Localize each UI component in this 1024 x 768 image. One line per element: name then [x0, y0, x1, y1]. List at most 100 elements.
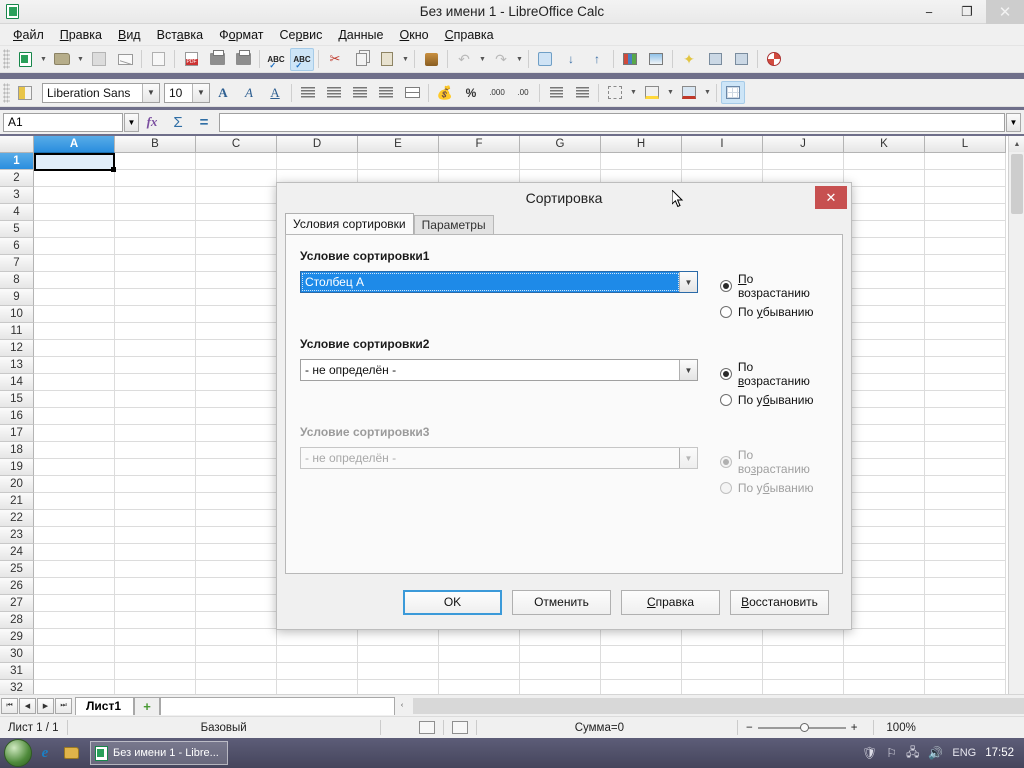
row-header-13[interactable]: 13: [0, 357, 34, 374]
cell-A24[interactable]: [34, 544, 115, 561]
cell-K7[interactable]: [844, 255, 925, 272]
cell-A14[interactable]: [34, 374, 115, 391]
cell-A25[interactable]: [34, 561, 115, 578]
last-sheet-button[interactable]: ⏭: [55, 697, 72, 714]
tab-options[interactable]: Параметры: [413, 215, 494, 234]
align-center-icon[interactable]: [322, 81, 346, 104]
cell-K16[interactable]: [844, 408, 925, 425]
cell-K9[interactable]: [844, 289, 925, 306]
cell-C19[interactable]: [196, 459, 277, 476]
cell-B26[interactable]: [115, 578, 196, 595]
cell-E30[interactable]: [358, 646, 439, 663]
open-file-icon[interactable]: [50, 48, 74, 71]
cell-C9[interactable]: [196, 289, 277, 306]
cell-C10[interactable]: [196, 306, 277, 323]
cell-K27[interactable]: [844, 595, 925, 612]
cell-K29[interactable]: [844, 629, 925, 646]
decrease-indent-icon[interactable]: [544, 81, 568, 104]
zoom-track[interactable]: [757, 722, 846, 732]
menu-insert[interactable]: Вставка: [149, 26, 211, 44]
row-header-5[interactable]: 5: [0, 221, 34, 238]
row-header-22[interactable]: 22: [0, 510, 34, 527]
paste-icon[interactable]: [375, 48, 399, 71]
align-right-icon[interactable]: [348, 81, 372, 104]
cell-C1[interactable]: [196, 153, 277, 170]
cell-A20[interactable]: [34, 476, 115, 493]
undo-icon[interactable]: ↶: [452, 48, 476, 71]
cell-K22[interactable]: [844, 510, 925, 527]
percent-format-icon[interactable]: %: [459, 81, 483, 104]
toolbar-grip[interactable]: [3, 82, 10, 103]
zoom-level-status[interactable]: 100%: [878, 720, 923, 736]
cell-A29[interactable]: [34, 629, 115, 646]
cell-C20[interactable]: [196, 476, 277, 493]
cell-K1[interactable]: [844, 153, 925, 170]
cell-A27[interactable]: [34, 595, 115, 612]
chart-icon[interactable]: [618, 48, 642, 71]
cell-I1[interactable]: [682, 153, 763, 170]
cell-H30[interactable]: [601, 646, 682, 663]
print-icon[interactable]: [205, 48, 229, 71]
chevron-down-icon[interactable]: ▼: [678, 272, 697, 292]
row-header-9[interactable]: 9: [0, 289, 34, 306]
name-box-dropdown-icon[interactable]: ▼: [124, 112, 139, 132]
cell-L11[interactable]: [925, 323, 1006, 340]
menu-help[interactable]: Справка: [437, 26, 502, 44]
cell-L16[interactable]: [925, 408, 1006, 425]
cell-B10[interactable]: [115, 306, 196, 323]
language-indicator[interactable]: ENG: [952, 747, 976, 759]
cell-B12[interactable]: [115, 340, 196, 357]
cell-J29[interactable]: [763, 629, 844, 646]
column-header-E[interactable]: E: [358, 136, 439, 153]
cell-H31[interactable]: [601, 663, 682, 680]
autospellcheck-icon[interactable]: ABC: [290, 47, 314, 71]
zoom-in-button[interactable]: +: [851, 722, 858, 734]
cell-K19[interactable]: [844, 459, 925, 476]
cell-K8[interactable]: [844, 272, 925, 289]
row-header-1[interactable]: 1: [0, 153, 34, 170]
cell-F30[interactable]: [439, 646, 520, 663]
column-header-L[interactable]: L: [925, 136, 1006, 153]
clock[interactable]: 17:52: [985, 747, 1014, 759]
cell-L8[interactable]: [925, 272, 1006, 289]
cell-B21[interactable]: [115, 493, 196, 510]
borders-icon[interactable]: [603, 81, 627, 104]
background-color-dropdown-icon[interactable]: ▼: [665, 89, 676, 96]
freeze-rows-icon[interactable]: [703, 48, 727, 71]
cell-C18[interactable]: [196, 442, 277, 459]
cell-K3[interactable]: [844, 187, 925, 204]
cell-C25[interactable]: [196, 561, 277, 578]
cell-A32[interactable]: [34, 680, 115, 694]
cell-L14[interactable]: [925, 374, 1006, 391]
zoom-out-button[interactable]: −: [746, 722, 753, 734]
cell-C17[interactable]: [196, 425, 277, 442]
cell-C21[interactable]: [196, 493, 277, 510]
italic-icon[interactable]: A: [237, 81, 261, 104]
cell-L23[interactable]: [925, 527, 1006, 544]
cell-C12[interactable]: [196, 340, 277, 357]
cell-F29[interactable]: [439, 629, 520, 646]
chevron-down-icon[interactable]: ▼: [192, 83, 209, 102]
chevron-down-icon[interactable]: ▼: [678, 360, 697, 380]
cell-K4[interactable]: [844, 204, 925, 221]
cell-L17[interactable]: [925, 425, 1006, 442]
cell-C2[interactable]: [196, 170, 277, 187]
cell-B1[interactable]: [115, 153, 196, 170]
cell-A15[interactable]: [34, 391, 115, 408]
delete-decimal-icon[interactable]: .00: [511, 81, 535, 104]
cell-L28[interactable]: [925, 612, 1006, 629]
print-preview-icon[interactable]: [231, 48, 255, 71]
cell-K2[interactable]: [844, 170, 925, 187]
column-header-B[interactable]: B: [115, 136, 196, 153]
cell-L25[interactable]: [925, 561, 1006, 578]
cell-F1[interactable]: [439, 153, 520, 170]
formula-icon[interactable]: =: [191, 112, 217, 132]
cell-L9[interactable]: [925, 289, 1006, 306]
row-header-26[interactable]: 26: [0, 578, 34, 595]
cell-L3[interactable]: [925, 187, 1006, 204]
sort-descending-icon[interactable]: ↑: [585, 48, 609, 71]
email-document-icon[interactable]: [113, 48, 137, 71]
cell-C6[interactable]: [196, 238, 277, 255]
cell-K24[interactable]: [844, 544, 925, 561]
row-header-29[interactable]: 29: [0, 629, 34, 646]
